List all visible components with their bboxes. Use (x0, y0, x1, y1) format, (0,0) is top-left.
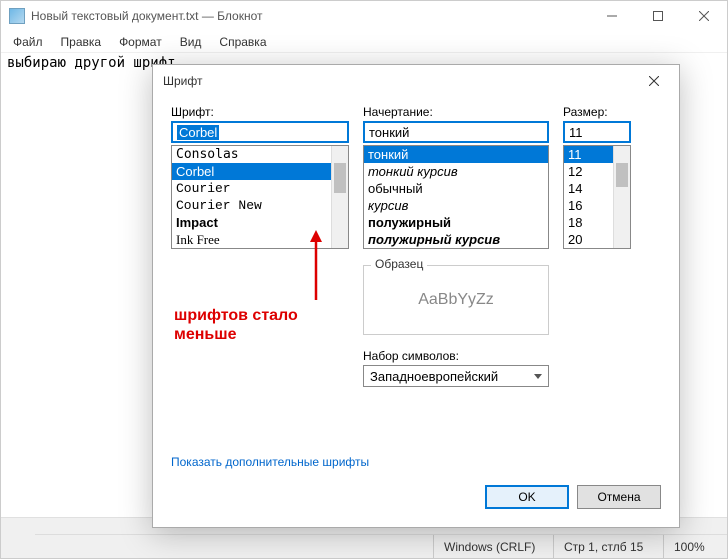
menu-edit[interactable]: Правка (53, 33, 110, 51)
style-item[interactable]: полужирный курсив (364, 231, 548, 248)
style-item[interactable]: тонкий курсив (364, 163, 548, 180)
style-item[interactable]: обычный (364, 180, 548, 197)
font-dialog: Шрифт Шрифт: Corbel Consolas Corbel Cour… (152, 64, 680, 528)
close-button[interactable] (681, 1, 727, 31)
menu-view[interactable]: Вид (172, 33, 210, 51)
scrollbar[interactable] (613, 146, 630, 248)
charset-select[interactable]: Западноевропейский (363, 365, 549, 387)
size-label: Размер: (563, 105, 631, 119)
menu-file[interactable]: Файл (5, 33, 51, 51)
size-item[interactable]: 18 (564, 214, 613, 231)
ok-button[interactable]: OK (485, 485, 569, 509)
status-zoom: 100% (663, 535, 727, 558)
cancel-button[interactable]: Отмена (577, 485, 661, 509)
menu-format[interactable]: Формат (111, 33, 170, 51)
font-item[interactable]: Impact (172, 214, 331, 231)
scrollbar[interactable] (331, 146, 348, 248)
sample-text: AaBbYyZz (363, 265, 549, 335)
style-item[interactable]: тонкий (364, 146, 548, 163)
size-item[interactable]: 12 (564, 163, 613, 180)
annotation-arrow-icon (306, 230, 326, 305)
font-input[interactable]: Corbel (171, 121, 349, 143)
status-position: Стр 1, стлб 15 (553, 535, 663, 558)
style-label: Начертание: (363, 105, 549, 119)
more-fonts-link[interactable]: Показать дополнительные шрифты (171, 455, 369, 469)
menu-help[interactable]: Справка (211, 33, 274, 51)
charset-label: Набор символов: (363, 349, 549, 363)
annotation-text: шрифтов сталоменьше (174, 306, 298, 344)
style-item[interactable]: курсив (364, 197, 548, 214)
size-input[interactable]: 11 (563, 121, 631, 143)
size-item[interactable]: 20 (564, 231, 613, 248)
window-title: Новый текстовый документ.txt — Блокнот (31, 9, 589, 23)
notepad-icon (9, 8, 25, 24)
minimize-button[interactable] (589, 1, 635, 31)
font-item[interactable]: Corbel (172, 163, 331, 180)
font-item[interactable]: Courier (172, 180, 331, 197)
size-item[interactable]: 14 (564, 180, 613, 197)
font-label: Шрифт: (171, 105, 349, 119)
style-input[interactable]: тонкий (363, 121, 549, 143)
menubar: Файл Правка Формат Вид Справка (1, 31, 727, 53)
size-item[interactable]: 11 (564, 146, 613, 163)
size-listbox[interactable]: 11 12 14 16 18 20 22 (563, 145, 631, 249)
dialog-title: Шрифт (163, 74, 639, 88)
dialog-close-button[interactable] (639, 67, 669, 95)
sample-label: Образец (371, 257, 427, 271)
font-item[interactable]: Courier New (172, 197, 331, 214)
titlebar: Новый текстовый документ.txt — Блокнот (1, 1, 727, 31)
maximize-button[interactable] (635, 1, 681, 31)
font-item[interactable]: Consolas (172, 146, 331, 163)
size-item[interactable]: 16 (564, 197, 613, 214)
style-listbox[interactable]: тонкий тонкий курсив обычный курсив полу… (363, 145, 549, 249)
statusbar: Windows (CRLF) Стр 1, стлб 15 100% (1, 534, 727, 558)
status-eol: Windows (CRLF) (433, 535, 553, 558)
dialog-titlebar: Шрифт (153, 65, 679, 97)
style-item[interactable]: полужирный (364, 214, 548, 231)
